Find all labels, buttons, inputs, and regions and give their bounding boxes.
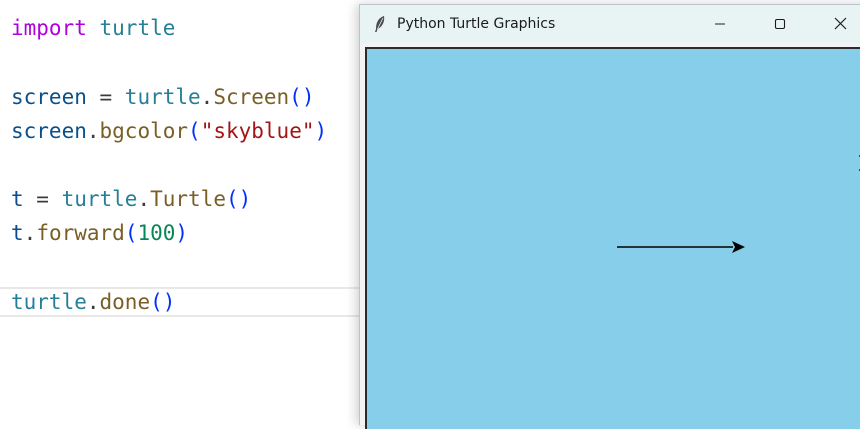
func-done: done — [99, 290, 151, 314]
dot: . — [86, 119, 100, 143]
module-turtle: turtle — [124, 85, 201, 109]
number-100: 100 — [137, 221, 176, 245]
module-turtle: turtle — [11, 290, 87, 314]
func-forward: forward — [36, 221, 125, 245]
code-line-bgcolor[interactable]: screen.bgcolor("skyblue") — [11, 117, 327, 145]
func-bgcolor: bgcolor — [99, 119, 189, 143]
var-t: t — [11, 221, 24, 245]
op-assign: = — [86, 85, 125, 109]
close-icon — [834, 15, 847, 34]
code-line-turtle[interactable]: t = turtle.Turtle() — [11, 185, 251, 213]
turtle-drawing — [617, 241, 745, 253]
code-line-done-current[interactable]: turtle.done() — [0, 287, 360, 317]
paren-open: ( — [124, 221, 138, 245]
module-name: turtle — [99, 16, 176, 40]
paren-open: ( — [188, 119, 201, 143]
maximize-button[interactable] — [751, 5, 809, 43]
paren-close: ) — [314, 119, 328, 143]
var-t: t — [11, 187, 24, 211]
paren-close: ) — [175, 221, 189, 245]
turtle-graphics-window[interactable]: Python Turtle Graphics — [359, 4, 860, 429]
var-screen: screen — [11, 85, 87, 109]
func-screen: Screen — [213, 85, 290, 109]
minimize-icon — [714, 15, 726, 34]
window-titlebar[interactable]: Python Turtle Graphics — [360, 5, 860, 43]
code-line-partial: ╵╵╵ — [11, 0, 100, 10]
parens: () — [150, 290, 176, 314]
op-assign: = — [23, 187, 62, 211]
keyword-import: import — [11, 16, 87, 40]
minimize-button[interactable] — [691, 5, 749, 43]
dot: . — [23, 221, 37, 245]
dot: . — [86, 290, 100, 314]
close-button[interactable] — [811, 5, 860, 43]
turtle-arrow-icon — [732, 241, 745, 253]
code-line-import[interactable]: import turtle — [11, 14, 175, 42]
module-turtle: turtle — [61, 187, 138, 211]
feather-icon — [373, 15, 387, 33]
turtle-canvas[interactable] — [365, 47, 860, 429]
parens: () — [289, 85, 315, 109]
code-line-screen[interactable]: screen = turtle.Screen() — [11, 83, 314, 111]
dot: . — [137, 187, 151, 211]
string-skyblue: "skyblue" — [200, 119, 315, 143]
maximize-icon — [774, 15, 786, 34]
dot: . — [200, 85, 214, 109]
code-editor[interactable]: ╵╵╵ import turtle screen = turtle.Screen… — [0, 0, 360, 402]
window-title: Python Turtle Graphics — [397, 16, 556, 32]
code-line-forward[interactable]: t.forward(100) — [11, 219, 188, 247]
parens: () — [225, 187, 252, 211]
func-turtle: Turtle — [150, 187, 226, 211]
var-screen: screen — [11, 119, 87, 143]
partial-text — [11, 0, 62, 8]
